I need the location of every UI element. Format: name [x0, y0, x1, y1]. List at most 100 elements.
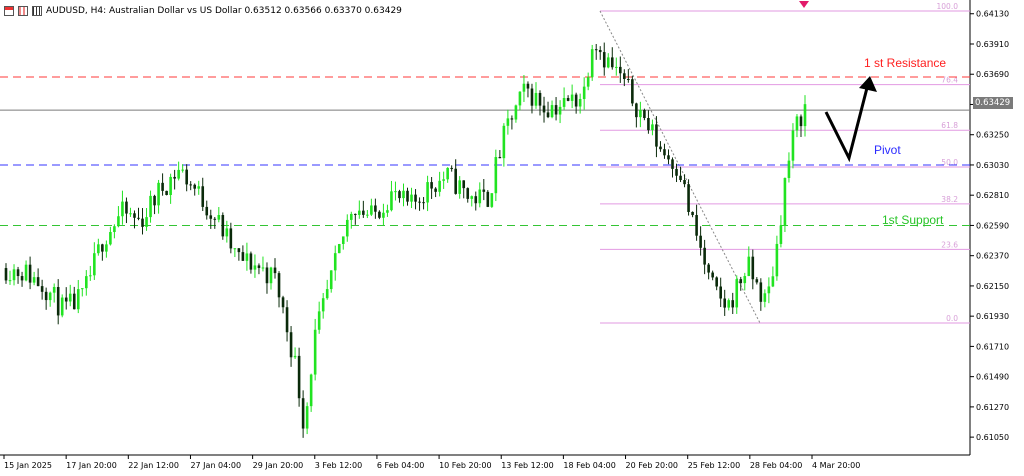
candle-body	[703, 247, 706, 265]
candle-body	[691, 211, 694, 216]
candle-body	[538, 92, 542, 106]
x-tick-label: 4 Mar 20:00	[812, 461, 860, 470]
candle-body	[394, 191, 397, 193]
y-tick-label: 0.63250	[976, 131, 1009, 140]
candle-body	[333, 253, 337, 271]
candle-body	[610, 57, 614, 68]
candle-body	[349, 213, 353, 220]
candle-body	[446, 167, 449, 180]
y-tick-label: 0.61050	[976, 433, 1009, 442]
candle-body	[269, 267, 273, 284]
candle-body	[502, 125, 506, 159]
candle-body	[430, 182, 433, 189]
y-tick-label: 0.62590	[976, 221, 1009, 230]
candle-body	[494, 157, 498, 194]
candle-body	[462, 180, 466, 189]
bar-chart-icon[interactable]	[18, 6, 28, 16]
candle-body	[719, 286, 722, 299]
fib-level-label: 38.2	[941, 195, 958, 204]
x-tick-label: 27 Jan 04:00	[190, 461, 241, 470]
candle-body	[229, 228, 233, 249]
candle-body	[165, 190, 168, 196]
candle-body	[522, 83, 526, 92]
candle-body	[795, 116, 799, 131]
candle-body	[185, 169, 188, 185]
x-tick-label: 15 Jan 2025	[4, 461, 52, 470]
candle-body	[683, 180, 686, 185]
candle-body	[289, 332, 293, 358]
candle-body	[121, 201, 124, 217]
candle-body	[655, 124, 658, 147]
candle-body	[261, 267, 265, 269]
candle-body	[406, 190, 409, 202]
candle-body	[32, 277, 36, 283]
candle-body	[614, 66, 618, 68]
candle-body	[337, 244, 341, 254]
candle-body	[410, 194, 413, 202]
candle-body	[606, 57, 610, 68]
candle-body	[64, 297, 68, 302]
candle-body	[478, 189, 482, 204]
candle-body	[68, 293, 72, 302]
x-tick-label: 29 Jan 20:00	[253, 461, 304, 470]
candle-body	[113, 226, 116, 233]
candle-body	[711, 272, 714, 278]
candle-body	[739, 279, 743, 284]
candle-body	[313, 329, 317, 375]
candle-body	[570, 94, 574, 101]
candle-body	[36, 277, 40, 287]
x-tick-label: 25 Feb 12:00	[688, 461, 740, 470]
candle-body	[582, 86, 586, 100]
chart-window-icon[interactable]	[4, 6, 14, 16]
candle-body	[24, 264, 28, 281]
y-tick-label: 0.61490	[976, 373, 1009, 382]
candle-body	[442, 179, 445, 181]
candle-body	[510, 118, 514, 120]
candle-body	[321, 298, 325, 312]
y-tick-label: 0.62810	[976, 191, 1009, 200]
candle-body	[450, 167, 453, 169]
candle-body	[225, 228, 229, 237]
candle-body	[546, 112, 550, 118]
candle-body	[189, 184, 192, 186]
candle-body	[470, 196, 474, 199]
candle-body	[526, 83, 530, 89]
candle-body	[558, 106, 562, 115]
candle-body	[518, 91, 522, 106]
candle-body	[72, 293, 76, 310]
symbol-info: AUDUSD, H4: Australian Dollar vs US Doll…	[46, 6, 402, 16]
candle-body	[173, 176, 176, 179]
candle-body	[245, 253, 249, 261]
candle-body	[213, 218, 217, 220]
candle-body	[534, 92, 538, 106]
candle-body	[277, 273, 281, 298]
arrow-head-icon	[859, 76, 877, 92]
candle-body	[422, 202, 425, 204]
candle-body	[8, 280, 12, 282]
candle-body	[44, 291, 48, 301]
x-tick-label: 6 Feb 04:00	[377, 461, 424, 470]
price-chart[interactable]: 0.641300.639100.636900.634700.632500.630…	[0, 0, 1024, 476]
candle-body	[755, 279, 759, 283]
candle-body	[80, 288, 84, 290]
candle-body	[799, 116, 803, 127]
candle-body	[137, 217, 140, 219]
y-tick-label: 0.61710	[976, 342, 1009, 351]
candle-body	[474, 196, 478, 204]
candle-body	[514, 105, 518, 120]
event-marker-icon[interactable]	[799, 1, 809, 8]
candle-body	[241, 252, 245, 261]
x-tick-label: 17 Jan 20:00	[66, 461, 117, 470]
fib-level-label: 23.6	[941, 240, 958, 249]
candle-body	[731, 300, 735, 308]
candle-body	[791, 130, 795, 161]
candle-body	[378, 211, 381, 218]
candle-body	[426, 182, 429, 203]
candle-body	[574, 94, 578, 107]
candles-icon[interactable]	[32, 6, 42, 16]
candle-body	[374, 205, 377, 212]
candle-body	[498, 157, 502, 159]
candle-body	[354, 213, 357, 215]
candle-body	[735, 279, 739, 308]
candle-body	[149, 195, 152, 218]
